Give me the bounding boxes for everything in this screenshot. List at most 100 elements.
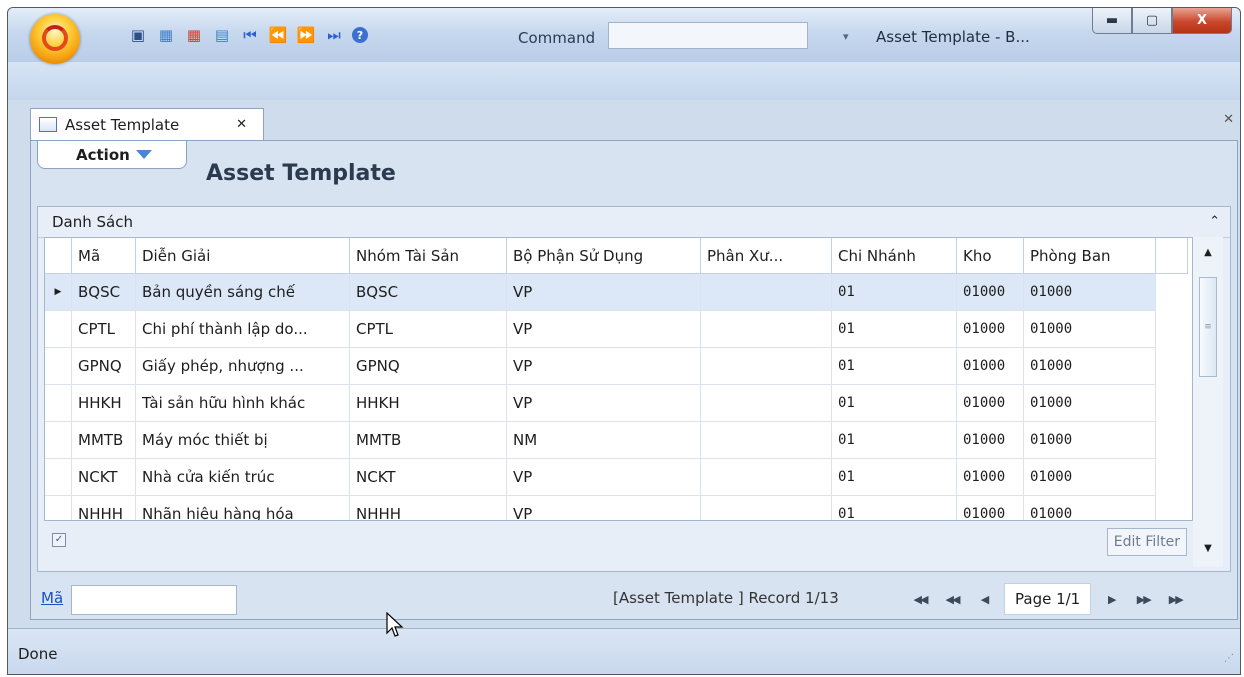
table-cell[interactable]: Máy móc thiết bị [135, 421, 350, 459]
table-row[interactable]: ▶ BQSC Bản quyền sáng chế BQSC VP 01 010… [45, 273, 1188, 311]
table-cell[interactable] [700, 347, 832, 385]
scroll-up-icon[interactable]: ▲ [1193, 241, 1223, 263]
table-cell[interactable]: NCKT [349, 458, 507, 496]
next-page-icon[interactable]: ▶ [1095, 584, 1127, 614]
table-cell[interactable]: VP [506, 458, 701, 496]
application-orb-button[interactable] [30, 14, 80, 64]
filter-checkbox[interactable]: ✓ [52, 533, 66, 547]
previous-page-icon[interactable]: ◀ [968, 584, 1000, 614]
table-cell[interactable]: Chi phí thành lập do... [135, 310, 350, 348]
next-block-icon[interactable]: ▶▶ [1127, 584, 1159, 614]
table-cell[interactable]: 01000 [1023, 495, 1156, 520]
table-cell[interactable]: VP [506, 347, 701, 385]
add-icon[interactable]: ▦ [156, 25, 176, 45]
table-cell[interactable]: 01 [831, 273, 957, 311]
table-row[interactable]: NCKT Nhà cửa kiến trúc NCKT VP 01 01000 … [45, 458, 1188, 496]
table-cell[interactable]: CPTL [71, 310, 136, 348]
table-cell[interactable]: 01000 [956, 310, 1024, 348]
tab-close-icon[interactable]: ✕ [236, 117, 247, 132]
table-cell[interactable]: 01000 [956, 347, 1024, 385]
help-icon[interactable]: ? [352, 27, 368, 43]
next-record-icon[interactable]: ⏩ [296, 25, 316, 45]
table-cell[interactable] [700, 273, 832, 311]
resize-grip-icon[interactable]: ⋰ [1224, 653, 1234, 664]
table-cell[interactable]: Bản quyền sáng chế [135, 273, 350, 311]
first-page-icon[interactable]: ◀◀ [904, 584, 936, 614]
table-cell[interactable] [700, 458, 832, 496]
table-cell[interactable]: VP [506, 310, 701, 348]
ma-search-input[interactable] [71, 585, 237, 615]
action-menu-button[interactable]: Action [37, 141, 187, 169]
edit-filter-button[interactable]: Edit Filter [1106, 528, 1187, 556]
column-header[interactable]: Bộ Phận Sử Dụng [506, 238, 701, 274]
table-row[interactable]: HHKH Tài sản hữu hình khác HHKH VP 01 01… [45, 384, 1188, 422]
table-row[interactable]: NHHH Nhãn hiệu hàng hóa NHHH VP 01 01000… [45, 495, 1188, 520]
scroll-down-icon[interactable]: ▼ [1193, 537, 1223, 559]
table-cell[interactable] [700, 310, 832, 348]
last-record-icon[interactable]: ⏭ [324, 25, 344, 45]
ma-search-link[interactable]: Mã [41, 589, 63, 607]
table-cell[interactable]: BQSC [349, 273, 507, 311]
table-cell[interactable]: Nhãn hiệu hàng hóa [135, 495, 350, 520]
table-cell[interactable]: 01000 [1023, 347, 1156, 385]
table-cell[interactable]: Nhà cửa kiến trúc [135, 458, 350, 496]
table-cell[interactable]: MMTB [71, 421, 136, 459]
table-cell[interactable]: 01000 [956, 458, 1024, 496]
table-cell[interactable] [700, 384, 832, 422]
document-close-icon[interactable]: ✕ [1223, 112, 1234, 127]
table-cell[interactable]: NM [506, 421, 701, 459]
command-input[interactable] [608, 22, 808, 49]
table-cell[interactable]: HHKH [349, 384, 507, 422]
table-cell[interactable] [700, 421, 832, 459]
table-cell[interactable]: 01000 [956, 384, 1024, 422]
table-cell[interactable]: 01000 [1023, 458, 1156, 496]
scroll-thumb[interactable]: ≡ [1199, 277, 1217, 377]
close-button[interactable]: X [1172, 8, 1232, 34]
vertical-scrollbar[interactable]: ▲ ≡ ▼ [1193, 237, 1223, 567]
table-cell[interactable]: 01000 [1023, 273, 1156, 311]
table-cell[interactable]: 01 [831, 495, 957, 520]
column-header[interactable]: Diễn Giải [135, 238, 350, 274]
delete-icon[interactable]: ▦ [184, 25, 204, 45]
column-header[interactable]: Phòng Ban [1023, 238, 1156, 274]
column-header[interactable]: Kho [956, 238, 1024, 274]
minimize-button[interactable]: ▬ [1092, 8, 1132, 34]
first-record-icon[interactable]: ⏮ [240, 25, 260, 45]
edit-icon[interactable]: ▤ [212, 25, 232, 45]
maximize-button[interactable]: ▢ [1132, 8, 1172, 34]
table-cell[interactable]: VP [506, 384, 701, 422]
table-cell[interactable]: 01 [831, 458, 957, 496]
table-cell[interactable]: 01 [831, 347, 957, 385]
table-row[interactable]: MMTB Máy móc thiết bị MMTB NM 01 01000 0… [45, 421, 1188, 459]
table-cell[interactable]: 01 [831, 421, 957, 459]
customize-toolbar-icon[interactable]: ▾ [843, 30, 849, 43]
table-cell[interactable]: HHKH [71, 384, 136, 422]
table-cell[interactable]: VP [506, 273, 701, 311]
table-cell[interactable]: BQSC [71, 273, 136, 311]
table-cell[interactable]: NHHH [349, 495, 507, 520]
collapse-icon[interactable]: ⌃ [1209, 214, 1220, 229]
table-cell[interactable]: GPNQ [349, 347, 507, 385]
table-cell[interactable]: GPNQ [71, 347, 136, 385]
column-header[interactable]: Mã [71, 238, 136, 274]
table-cell[interactable]: CPTL [349, 310, 507, 348]
table-cell[interactable] [700, 495, 832, 520]
table-cell[interactable]: VP [506, 495, 701, 520]
column-header[interactable]: Phân Xư... [700, 238, 832, 274]
column-header[interactable]: Chi Nhánh [831, 238, 957, 274]
table-cell[interactable]: Giấy phép, nhượng ... [135, 347, 350, 385]
table-cell[interactable]: 01 [831, 310, 957, 348]
table-row[interactable]: GPNQ Giấy phép, nhượng ... GPNQ VP 01 01… [45, 347, 1188, 385]
table-cell[interactable]: MMTB [349, 421, 507, 459]
previous-record-icon[interactable]: ⏪ [268, 25, 288, 45]
table-cell[interactable]: 01000 [956, 273, 1024, 311]
table-cell[interactable]: NHHH [71, 495, 136, 520]
table-cell[interactable]: 01000 [956, 421, 1024, 459]
column-header[interactable]: Nhóm Tài Sản [349, 238, 507, 274]
tab-asset-template[interactable]: Asset Template ✕ [30, 108, 264, 140]
previous-block-icon[interactable]: ◀◀ [936, 584, 968, 614]
save-icon[interactable]: ▣ [128, 25, 148, 45]
table-cell[interactable]: Tài sản hữu hình khác [135, 384, 350, 422]
table-cell[interactable]: 01000 [1023, 421, 1156, 459]
table-row[interactable]: CPTL Chi phí thành lập do... CPTL VP 01 … [45, 310, 1188, 348]
